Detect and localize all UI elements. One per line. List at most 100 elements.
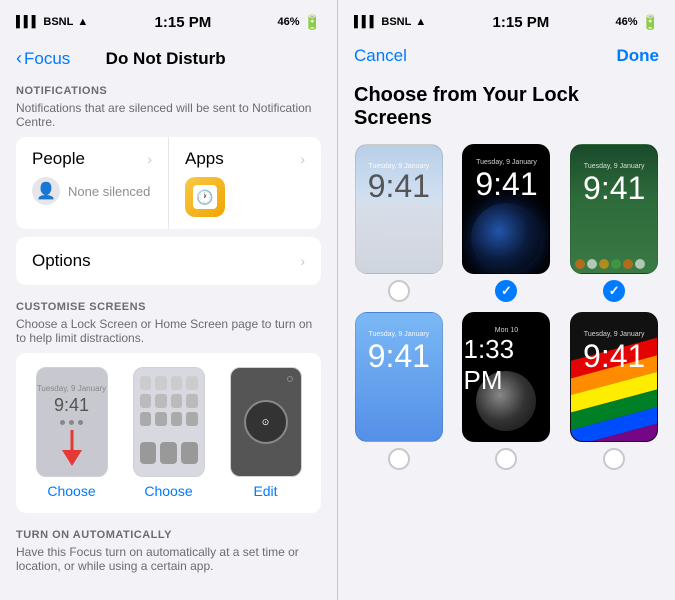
ls-time-4: 9:41: [368, 338, 430, 375]
apps-cell-title: Apps ›: [185, 149, 305, 169]
home-icon8: [186, 394, 198, 408]
ls-date-3: Tuesday, 9 January: [584, 163, 645, 170]
signal-icon-right: ▌▌▌: [354, 16, 377, 28]
status-right-right: 46% 🔋: [616, 14, 659, 31]
ls-time-1: 9:41: [368, 170, 430, 202]
radio-1[interactable]: [388, 280, 410, 302]
home-row1: [140, 376, 198, 390]
home-dock: [140, 442, 198, 464]
lock-screen-moon[interactable]: Mon 10 1:33 PM: [458, 312, 556, 470]
ls-date-4: Tuesday, 9 January: [368, 331, 429, 338]
right-title: Choose from Your Lock Screens: [338, 76, 675, 144]
signal-icon: ▌▌▌: [16, 16, 39, 28]
radio-2[interactable]: ✓: [495, 280, 517, 302]
people-sub-label: None silenced: [68, 184, 150, 199]
b2: [587, 259, 597, 269]
radio-4[interactable]: [388, 448, 410, 470]
person-icon: 👤: [36, 181, 56, 201]
ls-time-5: 1:33 PM: [463, 334, 549, 396]
lock-screens-grid: Tuesday, 9 January 9:41 Tuesday, 9 Janua…: [338, 144, 675, 470]
choose1-button[interactable]: Choose: [47, 483, 95, 499]
b6: [635, 259, 645, 269]
notifications-section-desc: Notifications that are silenced will be …: [0, 101, 337, 137]
lock-preview-rainbow: Tuesday, 9 January 9:41: [570, 312, 658, 442]
carrier-name-right: BSNL: [381, 16, 411, 28]
people-cell[interactable]: People › 👤 None silenced: [16, 137, 169, 229]
apps-cell[interactable]: Apps › 🕐: [169, 137, 321, 229]
options-chevron-icon: ›: [300, 253, 305, 269]
lock-preview-blue: Tuesday, 9 January 9:41: [355, 312, 443, 442]
left-panel: ▌▌▌ BSNL ▲ 1:15 PM 46% 🔋 ‹ Focus Do Not …: [0, 0, 337, 600]
status-time-left: 1:15 PM: [155, 14, 212, 31]
people-avatar: 👤: [32, 177, 60, 205]
lock-screen-preview: Tuesday, 9 January 9:41: [36, 367, 108, 477]
clock-icon: 🕐: [193, 185, 217, 209]
customise-section: CUSTOMISE SCREENS Choose a Lock Screen o…: [0, 293, 337, 353]
radio-6[interactable]: [603, 448, 625, 470]
app-icon: 🕐: [185, 177, 225, 217]
lock-screen-blue[interactable]: Tuesday, 9 January 9:41: [350, 312, 448, 470]
lock-preview-earth: Tuesday, 9 January 9:41: [462, 144, 550, 274]
lock-preview-clouds: Tuesday, 9 January 9:41: [355, 144, 443, 274]
radio-5[interactable]: [495, 448, 517, 470]
customise-section-desc: Choose a Lock Screen or Home Screen page…: [0, 317, 337, 353]
status-left-right: ▌▌▌ BSNL ▲: [354, 16, 426, 28]
b1: [575, 259, 585, 269]
checkmark-icon-3: ✓: [609, 283, 620, 299]
home-icon7: [171, 394, 183, 408]
home-screen-preview: [133, 367, 205, 477]
edit-button[interactable]: Edit: [253, 483, 277, 499]
lock-screen-time-mini: 9:41: [54, 395, 89, 416]
battery-percent-right: 46%: [616, 16, 638, 28]
home-icon12: [186, 412, 198, 426]
cancel-button[interactable]: Cancel: [354, 46, 407, 66]
lock-screen-item: Tuesday, 9 January 9:41 Choose: [28, 367, 115, 499]
ls-time-6: 9:41: [583, 338, 645, 375]
ls-date-6: Tuesday, 9 January: [584, 331, 645, 338]
watch-screen-preview: ⊙: [230, 367, 302, 477]
screens-card: Tuesday, 9 January 9:41 Choose: [16, 353, 321, 513]
dot2: [69, 420, 74, 425]
carrier-name: BSNL: [43, 16, 73, 28]
lock-screen-earth[interactable]: Tuesday, 9 January 9:41 ✓: [458, 144, 556, 302]
home-icon9: [140, 412, 152, 426]
back-label[interactable]: Focus: [24, 49, 70, 69]
status-bar-right: ▌▌▌ BSNL ▲ 1:15 PM 46% 🔋: [338, 0, 675, 44]
apps-label: Apps: [185, 149, 224, 169]
radio-3[interactable]: ✓: [603, 280, 625, 302]
home-icon5: [140, 394, 152, 408]
checkmark-icon-2: ✓: [501, 283, 512, 299]
wifi-icon: ▲: [77, 16, 88, 28]
lock-screen-clouds[interactable]: Tuesday, 9 January 9:41: [350, 144, 448, 302]
home-screen-item: Choose: [125, 367, 212, 499]
options-card[interactable]: Options ›: [16, 237, 321, 285]
battery-icon-right: 🔋: [642, 14, 659, 31]
dock-icon3: [181, 442, 198, 464]
ls-date-2: Tuesday, 9 January: [476, 159, 537, 166]
home-spacer: [140, 430, 198, 438]
nav-header-left: ‹ Focus Do Not Disturb: [0, 44, 337, 77]
lock-screen-rainbow[interactable]: Tuesday, 9 January 9:41: [565, 312, 663, 470]
people-apps-card: People › 👤 None silenced Apps › 🕐: [16, 137, 321, 229]
status-bar-left: ▌▌▌ BSNL ▲ 1:15 PM 46% 🔋: [0, 0, 337, 44]
apps-cell-body: 🕐: [185, 177, 305, 217]
b5: [623, 259, 633, 269]
ls-time-2: 9:41: [475, 166, 537, 203]
right-nav: Cancel Done: [338, 44, 675, 76]
choose2-button[interactable]: Choose: [144, 483, 192, 499]
wifi-icon-right: ▲: [415, 16, 426, 28]
people-apps-row: People › 👤 None silenced Apps › 🕐: [16, 137, 321, 229]
notifications-section-label: NOTIFICATIONS: [0, 77, 337, 101]
turn-on-desc: Have this Focus turn on automatically at…: [0, 545, 337, 581]
home-icon11: [171, 412, 183, 426]
lock-screen-clownfish[interactable]: Tuesday, 9 January 9:41 ✓: [565, 144, 663, 302]
done-button[interactable]: Done: [617, 46, 660, 66]
status-left: ▌▌▌ BSNL ▲: [16, 16, 88, 28]
home-row3: [140, 412, 198, 426]
lock-preview-clownfish: Tuesday, 9 January 9:41: [570, 144, 658, 274]
options-row[interactable]: Options ›: [16, 237, 321, 285]
dock-icon1: [140, 442, 157, 464]
back-chevron-icon: ‹: [16, 48, 22, 69]
back-button[interactable]: ‹ Focus: [16, 48, 70, 69]
home-icon2: [155, 376, 167, 390]
